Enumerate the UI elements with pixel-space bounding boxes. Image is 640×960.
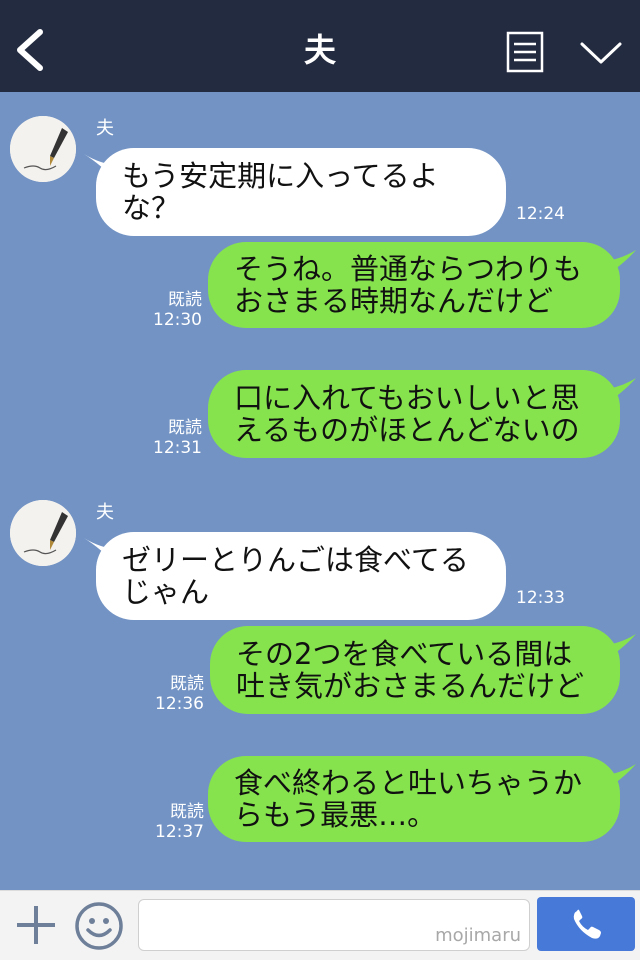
message-time: 12:37 (155, 822, 204, 842)
fountain-pen-icon (10, 500, 76, 566)
read-receipt: 既読 (170, 674, 204, 694)
avatar[interactable] (10, 500, 76, 566)
message-bubble-outgoing[interactable]: 食べ終わると吐いちゃうからもう最悪…。 (208, 756, 620, 842)
message-time: 12:31 (153, 438, 202, 458)
chat-title: 夫 (303, 31, 336, 69)
bubble-tail (600, 634, 636, 664)
avatar[interactable] (10, 116, 76, 182)
message-time: 12:24 (516, 204, 565, 224)
message-bubble-incoming[interactable]: ゼリーとりんごは食べてるじゃん (96, 532, 506, 620)
message-time: 12:33 (516, 588, 565, 608)
bubble-tail (600, 378, 636, 408)
message-bubble-incoming[interactable]: もう安定期に入ってるよな？ (96, 148, 506, 236)
message-text: その2つを食べている間は吐き気がおさまるんだけど (236, 637, 585, 703)
phone-icon (573, 909, 601, 939)
add-attachment-button[interactable] (14, 903, 58, 947)
chat-area[interactable]: 夫 もう安定期に入ってるよな？ 12:24 既読 12:30 そうね。普通ならつ… (0, 92, 640, 890)
chat-header: 夫 (0, 0, 640, 92)
message-time: 12:30 (153, 310, 202, 330)
message-text: もう安定期に入ってるよな？ (122, 159, 439, 225)
message-text: ゼリーとりんごは食べてるじゃん (122, 543, 469, 609)
watermark: mojimaru (435, 925, 521, 946)
sender-name: 夫 (96, 118, 114, 139)
input-bar: mojimaru (0, 890, 640, 960)
message-input[interactable]: mojimaru (138, 899, 530, 951)
call-button[interactable] (537, 897, 635, 951)
message-text: 口に入れてもおいしいと思えるものがほとんどないの (234, 381, 580, 447)
read-receipt: 既読 (168, 290, 202, 310)
collapse-button[interactable] (578, 36, 624, 70)
message-text: そうね。普通ならつわりもおさまる時期なんだけど (234, 252, 583, 318)
menu-icon (506, 31, 544, 73)
chevron-down-icon (580, 42, 622, 64)
fountain-pen-icon (10, 116, 76, 182)
message-time: 12:36 (155, 694, 204, 714)
message-bubble-outgoing[interactable]: 口に入れてもおいしいと思えるものがほとんどないの (208, 370, 620, 458)
menu-button[interactable] (506, 31, 544, 73)
plus-icon (17, 906, 55, 944)
bubble-tail (600, 764, 636, 794)
sender-name: 夫 (96, 502, 114, 523)
message-bubble-outgoing[interactable]: その2つを食べている間は吐き気がおさまるんだけど (210, 626, 620, 714)
bubble-tail (600, 250, 636, 280)
emoji-button[interactable] (74, 901, 124, 951)
message-text: 食べ終わると吐いちゃうからもう最悪…。 (234, 766, 583, 832)
read-receipt: 既読 (168, 418, 202, 438)
smiley-icon (75, 902, 123, 950)
read-receipt: 既読 (170, 802, 204, 822)
message-bubble-outgoing[interactable]: そうね。普通ならつわりもおさまる時期なんだけど (208, 242, 620, 328)
